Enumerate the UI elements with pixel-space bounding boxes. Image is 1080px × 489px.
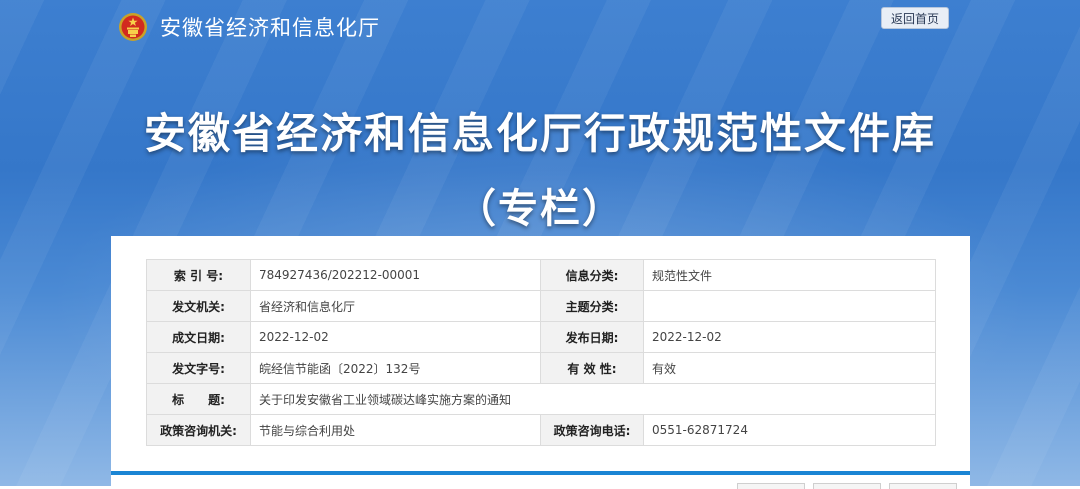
issuer-label: 发文机关: bbox=[146, 290, 251, 322]
table-row: 政策咨询机关: 节能与综合利用处 政策咨询电话: 0551-62871724 bbox=[146, 414, 936, 446]
site-name[interactable]: 安徽省经济和信息化厅 bbox=[160, 14, 380, 42]
page-title: 安徽省经济和信息化厅行政规范性文件库 bbox=[143, 109, 936, 158]
published-date-label: 发布日期: bbox=[540, 321, 644, 353]
doc-number-label: 发文字号: bbox=[146, 352, 251, 384]
toolbar-button[interactable] bbox=[813, 483, 881, 489]
validity-value: 有效 bbox=[643, 352, 936, 384]
home-button[interactable]: 返回首页 bbox=[881, 7, 949, 29]
consult-phone-value: 0551-62871724 bbox=[643, 414, 936, 446]
toolbar-button[interactable] bbox=[889, 483, 957, 489]
category-label: 信息分类: bbox=[540, 259, 644, 291]
toolbar-button[interactable] bbox=[737, 483, 805, 489]
doc-title-value: 关于印发安徽省工业领域碳达峰实施方案的通知 bbox=[250, 383, 936, 415]
consult-phone-label: 政策咨询电话: bbox=[540, 414, 644, 446]
page-subtitle: （专栏） bbox=[456, 186, 624, 232]
consult-org-label: 政策咨询机关: bbox=[146, 414, 251, 446]
consult-org-value: 节能与综合利用处 bbox=[250, 414, 541, 446]
topic-value bbox=[643, 290, 936, 322]
index-value: 784927436/202212-00001 bbox=[250, 259, 541, 291]
created-date-value: 2022-12-02 bbox=[250, 321, 541, 353]
published-date-value: 2022-12-02 bbox=[643, 321, 936, 353]
validity-label: 有 效 性: bbox=[540, 352, 644, 384]
emblem-icon[interactable] bbox=[118, 12, 148, 42]
section-divider bbox=[111, 471, 970, 475]
table-row: 发文机关: 省经济和信息化厅 主题分类: bbox=[146, 290, 936, 322]
category-value: 规范性文件 bbox=[643, 259, 936, 291]
document-meta-table: 索 引 号: 784927436/202212-00001 信息分类: 规范性文… bbox=[146, 259, 936, 446]
doc-number-value: 皖经信节能函〔2022〕132号 bbox=[250, 352, 541, 384]
table-row: 成文日期: 2022-12-02 发布日期: 2022-12-02 bbox=[146, 321, 936, 353]
table-row: 发文字号: 皖经信节能函〔2022〕132号 有 效 性: 有效 bbox=[146, 352, 936, 384]
issuer-value: 省经济和信息化厅 bbox=[250, 290, 541, 322]
doc-title-label: 标 题: bbox=[146, 383, 251, 415]
table-row: 索 引 号: 784927436/202212-00001 信息分类: 规范性文… bbox=[146, 259, 936, 291]
topic-label: 主题分类: bbox=[540, 290, 644, 322]
index-label: 索 引 号: bbox=[146, 259, 251, 291]
table-row: 标 题: 关于印发安徽省工业领域碳达峰实施方案的通知 bbox=[146, 383, 936, 415]
created-date-label: 成文日期: bbox=[146, 321, 251, 353]
